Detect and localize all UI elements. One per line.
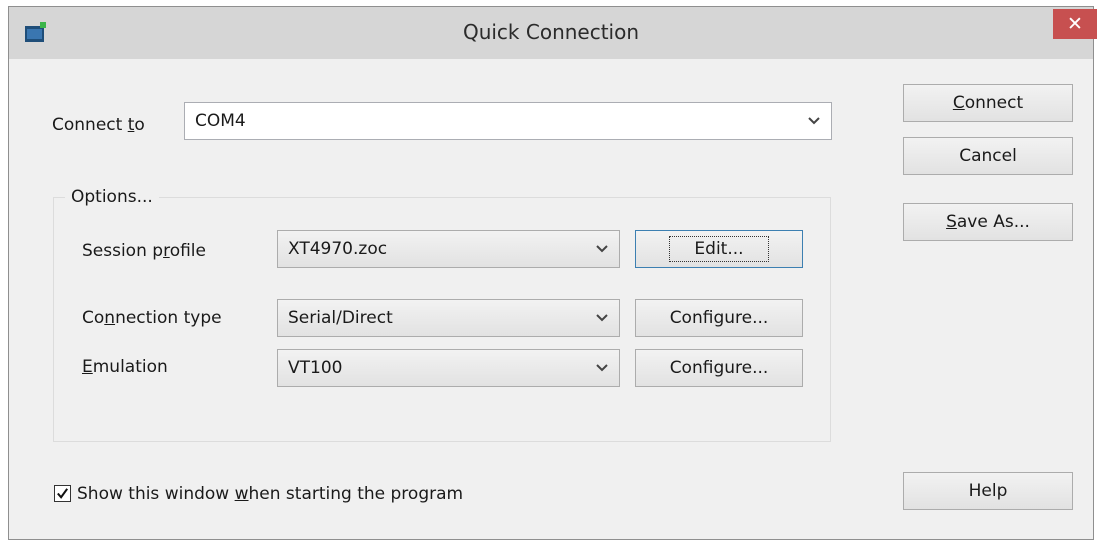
connect-to-value: COM4 — [195, 111, 246, 131]
close-icon: ✕ — [1067, 13, 1083, 35]
session-profile-label: Session profile — [82, 241, 206, 261]
show-window-label[interactable]: Show this window when starting the progr… — [77, 484, 463, 504]
session-profile-combobox[interactable]: XT4970.zoc — [277, 230, 620, 268]
connection-type-label: Connection type — [82, 308, 222, 328]
configure-emulation-button[interactable]: Configure... — [635, 349, 803, 387]
quick-connection-dialog: Quick Connection ✕ Connect to COM4 Optio… — [8, 6, 1097, 540]
checkmark-icon — [57, 488, 69, 499]
chevron-down-icon — [596, 364, 608, 372]
edit-profile-button[interactable]: Edit... — [635, 230, 803, 268]
connect-to-label: Connect to — [52, 115, 145, 135]
emulation-value: VT100 — [288, 358, 343, 378]
connection-type-combobox[interactable]: Serial/Direct — [277, 299, 620, 337]
chevron-down-icon — [596, 314, 608, 322]
save-as-button[interactable]: Save As... — [903, 203, 1073, 241]
configure-connection-button[interactable]: Configure... — [635, 299, 803, 337]
connect-button[interactable]: Connect — [903, 84, 1073, 122]
emulation-combobox[interactable]: VT100 — [277, 349, 620, 387]
emulation-label: Emulation — [82, 357, 168, 377]
window-title: Quick Connection — [462, 20, 640, 44]
session-profile-value: XT4970.zoc — [288, 239, 388, 259]
title-bar[interactable]: Quick Connection ✕ — [9, 7, 1097, 59]
cancel-button[interactable]: Cancel — [903, 137, 1073, 175]
connect-to-combobox[interactable]: COM4 — [184, 102, 832, 140]
connection-type-value: Serial/Direct — [288, 308, 393, 328]
close-button[interactable]: ✕ — [1053, 9, 1097, 39]
chevron-down-icon — [596, 245, 608, 253]
chevron-down-icon — [808, 117, 820, 125]
help-button[interactable]: Help — [903, 472, 1073, 510]
options-group-label: Options... — [65, 187, 159, 207]
show-window-checkbox[interactable] — [54, 485, 71, 502]
